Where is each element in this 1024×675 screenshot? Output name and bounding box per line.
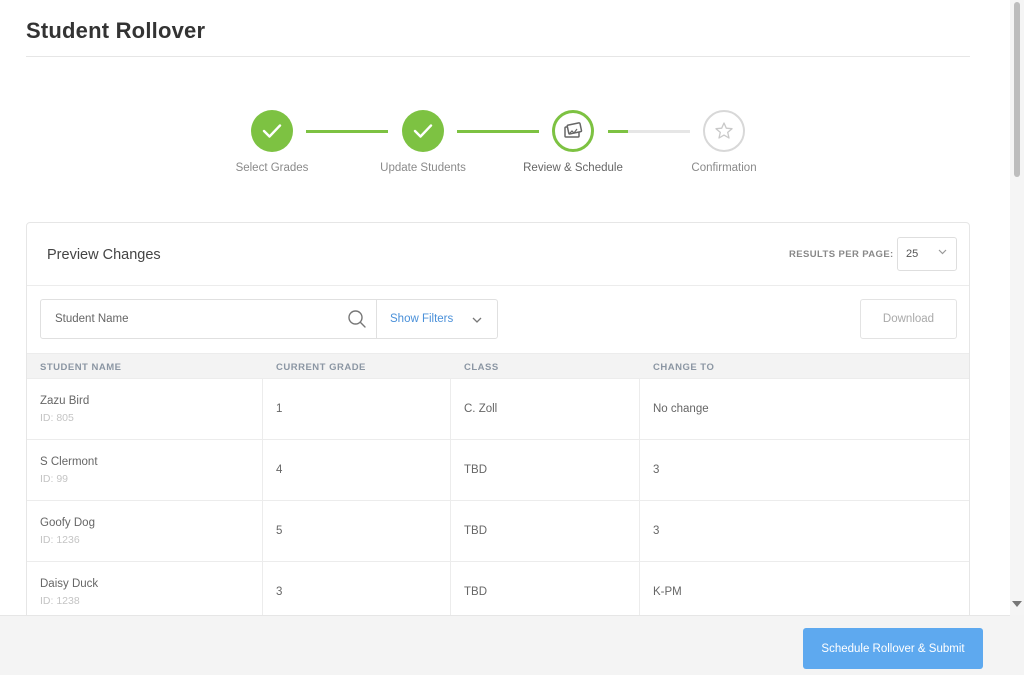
student-name: Goofy Dog <box>40 517 95 529</box>
change-to: 3 <box>653 464 660 476</box>
column-header[interactable]: CLASS <box>451 354 640 378</box>
step-label: Confirmation <box>691 162 757 174</box>
step-connector <box>628 130 690 133</box>
step-label: Review & Schedule <box>523 162 623 174</box>
preview-table: STUDENT NAME CURRENT GRADE CLASS CHANGE … <box>27 353 969 623</box>
preview-changes-card: Preview Changes RESULTS PER PAGE: 25 Sho… <box>26 222 970 642</box>
student-id: ID: 99 <box>40 473 69 485</box>
table-header: STUDENT NAME CURRENT GRADE CLASS CHANGE … <box>27 353 969 379</box>
show-filters-button[interactable]: Show Filters <box>390 313 453 325</box>
table-row: Goofy Dog ID: 1236 5 TBD 3 <box>27 501 969 562</box>
search-icon[interactable] <box>347 309 367 334</box>
column-header[interactable]: CHANGE TO <box>640 354 969 378</box>
step-update-students[interactable] <box>402 110 444 152</box>
column-header[interactable]: STUDENT NAME <box>27 354 263 378</box>
student-id: ID: 1236 <box>40 534 80 546</box>
title-divider <box>26 56 970 57</box>
scroll-down-arrow-icon[interactable] <box>1012 601 1022 607</box>
card-divider <box>27 285 969 286</box>
step-connector <box>608 130 628 133</box>
student-id: ID: 805 <box>40 412 74 424</box>
check-icon <box>262 124 282 138</box>
table-row: S Clermont ID: 99 4 TBD 3 <box>27 440 969 501</box>
student-name: S Clermont <box>40 456 98 468</box>
current-grade: 3 <box>276 586 283 598</box>
change-to: K-PM <box>653 586 682 598</box>
page-title: Student Rollover <box>26 18 206 43</box>
step-confirmation[interactable] <box>703 110 745 152</box>
student-name: Zazu Bird <box>40 395 90 407</box>
student-name-search-input[interactable] <box>41 300 377 338</box>
footer-bar: Schedule Rollover & Submit <box>0 615 1010 675</box>
chevron-down-icon[interactable] <box>471 313 483 331</box>
step-label: Select Grades <box>235 162 309 174</box>
current-grade: 1 <box>276 403 283 415</box>
search-filter-bar: Show Filters <box>40 299 498 339</box>
check-icon <box>413 124 433 138</box>
class-name: TBD <box>464 525 487 537</box>
step-connector <box>306 130 388 133</box>
divider <box>376 300 377 338</box>
results-per-page-select[interactable]: 25 <box>897 237 957 271</box>
current-grade: 4 <box>276 464 283 476</box>
step-label: Update Students <box>380 162 466 174</box>
step-select-grades[interactable] <box>251 110 293 152</box>
schedule-rollover-submit-button[interactable]: Schedule Rollover & Submit <box>803 628 983 669</box>
current-grade: 5 <box>276 525 283 537</box>
progress-stepper: Select Grades Update Students Review & S… <box>0 110 1010 190</box>
star-icon <box>715 122 733 139</box>
download-button[interactable]: Download <box>860 299 957 339</box>
class-name: C. Zoll <box>464 403 498 415</box>
table-row: Zazu Bird ID: 805 1 C. Zoll No change <box>27 379 969 440</box>
step-review-schedule[interactable] <box>552 110 594 152</box>
student-name: Daisy Duck <box>40 578 99 590</box>
class-name: TBD <box>464 464 487 476</box>
vertical-scrollbar[interactable] <box>1010 0 1024 615</box>
student-id: ID: 1238 <box>40 595 80 607</box>
step-connector <box>457 130 539 133</box>
results-per-page-label: RESULTS PER PAGE: <box>789 249 894 260</box>
class-name: TBD <box>464 586 487 598</box>
card-title: Preview Changes <box>47 247 161 263</box>
results-per-page-value: 25 <box>906 248 919 260</box>
scrollbar-corner <box>1010 615 1024 675</box>
presentation-icon <box>564 122 583 138</box>
table-row: Daisy Duck ID: 1238 3 TBD K-PM <box>27 562 969 623</box>
column-header[interactable]: CURRENT GRADE <box>263 354 451 378</box>
change-to: No change <box>653 403 709 415</box>
change-to: 3 <box>653 525 660 537</box>
chevron-down-icon <box>938 247 947 257</box>
scrollbar-thumb[interactable] <box>1014 2 1020 177</box>
